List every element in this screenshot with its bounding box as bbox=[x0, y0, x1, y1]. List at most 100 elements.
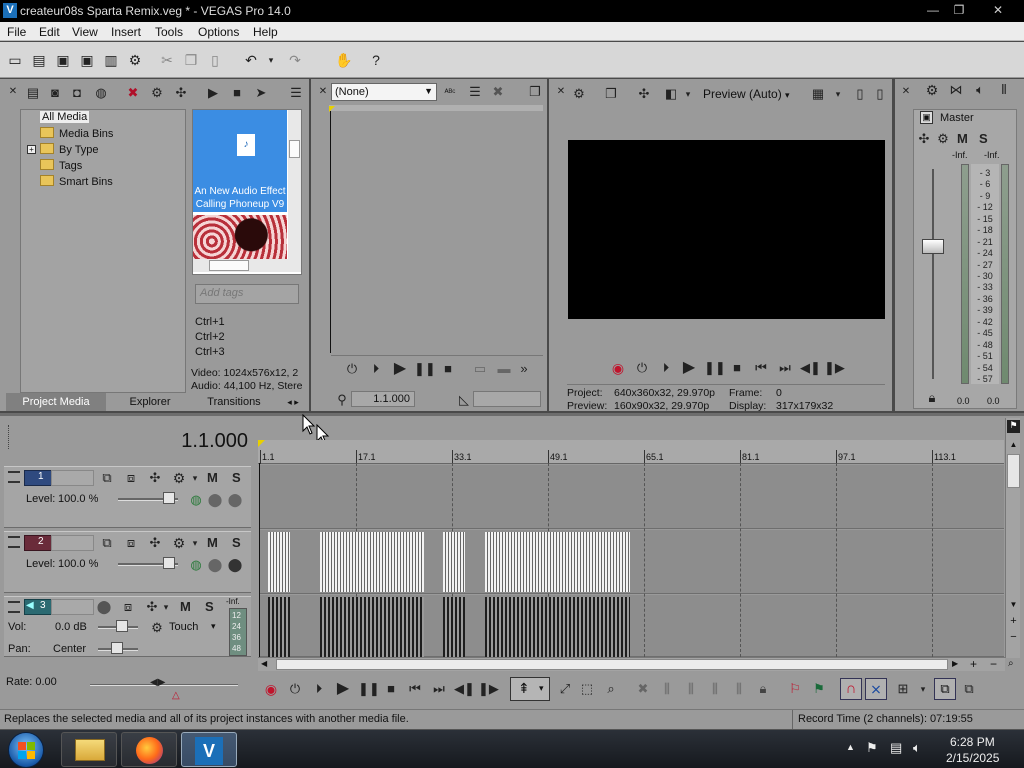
web-icon[interactable]: ◍ bbox=[92, 84, 110, 102]
trimmer-selection-length[interactable] bbox=[473, 391, 541, 407]
overlays-grid-icon[interactable]: ▦ bbox=[809, 85, 827, 103]
minimize-button[interactable]: — bbox=[920, 1, 946, 19]
save-snapshot-icon[interactable]: ▯ bbox=[871, 85, 889, 103]
split-screen-icon[interactable]: ✣ bbox=[635, 85, 653, 103]
zoom-out-time-icon[interactable]: − bbox=[990, 657, 997, 671]
zoom-out-vertical-icon[interactable]: − bbox=[1007, 632, 1020, 644]
scroll-right-icon[interactable]: ▶ bbox=[952, 659, 958, 668]
track-1-mute-button[interactable]: M bbox=[207, 470, 218, 485]
go-to-start-icon[interactable]: ⏮ bbox=[406, 680, 424, 698]
audio-event[interactable] bbox=[268, 597, 290, 657]
track-fx-icon[interactable]: ⧈ bbox=[122, 534, 140, 552]
tree-media-bins[interactable]: Media Bins bbox=[40, 127, 113, 140]
split-icon[interactable]: ⫼ bbox=[730, 680, 748, 698]
scroll-up-icon[interactable]: ▲ bbox=[1007, 440, 1020, 452]
close-button[interactable]: ✕ bbox=[983, 1, 1013, 19]
mixer-properties-icon[interactable]: ⚙ bbox=[923, 81, 941, 99]
menu-help[interactable]: Help bbox=[253, 25, 278, 39]
menu-file[interactable]: File bbox=[7, 25, 26, 39]
marker-flag-icon[interactable]: ⚑ bbox=[1007, 420, 1020, 433]
previous-frame-icon[interactable]: ◀❚ bbox=[800, 359, 821, 377]
track-1-name-field[interactable] bbox=[51, 470, 94, 486]
menu-view[interactable]: View bbox=[72, 25, 98, 39]
save-icon[interactable]: ▣ bbox=[54, 51, 72, 69]
ignore-grouping-icon[interactable]: ⧉ bbox=[960, 680, 978, 698]
timeline-grip[interactable] bbox=[8, 425, 11, 449]
track-1-solo-button[interactable]: S bbox=[232, 470, 241, 485]
previous-frame-icon[interactable]: ◀❚ bbox=[454, 680, 475, 698]
thumb-scrollbar[interactable] bbox=[288, 110, 301, 259]
trimmer-time[interactable]: 1.1.000 bbox=[351, 391, 415, 407]
thumb-hscrollbar[interactable] bbox=[193, 259, 301, 272]
delete-icon[interactable]: ✖ bbox=[634, 680, 652, 698]
add-tags-input[interactable]: Add tags bbox=[195, 284, 299, 304]
start-button[interactable] bbox=[8, 732, 44, 768]
track-fx-icon[interactable]: ⧈ bbox=[122, 469, 140, 487]
video-event[interactable] bbox=[268, 532, 290, 592]
panel-close-icon[interactable]: ✕ bbox=[552, 83, 570, 101]
track-3-name-field[interactable] bbox=[51, 599, 94, 615]
remove-media-icon[interactable]: ✖ bbox=[124, 84, 142, 102]
preview-properties-icon[interactable]: ⚙ bbox=[570, 85, 588, 103]
track-collapse-icon[interactable] bbox=[8, 601, 20, 613]
menu-edit[interactable]: Edit bbox=[39, 25, 60, 39]
spellcheck-icon[interactable]: ᴬᴮᶜ bbox=[441, 83, 459, 101]
action-center-icon[interactable]: ⚑ bbox=[866, 740, 878, 756]
menu-options[interactable]: Options bbox=[198, 25, 239, 39]
preview-fx-icon[interactable]: ◧ bbox=[662, 85, 680, 103]
track-3-mute-button[interactable]: M bbox=[180, 599, 191, 614]
child-icon[interactable]: ⬤ bbox=[226, 491, 244, 509]
tab-transitions[interactable]: Transitions bbox=[196, 393, 272, 411]
taskbar-firefox[interactable] bbox=[121, 732, 177, 767]
master-gear-icon[interactable]: ⚙ bbox=[934, 130, 952, 148]
record-icon[interactable]: ◉ bbox=[262, 680, 280, 698]
audio-event[interactable] bbox=[485, 597, 630, 657]
hscroll-thumb[interactable] bbox=[209, 260, 249, 271]
menu-tools[interactable]: Tools bbox=[155, 25, 183, 39]
track-collapse-icon[interactable] bbox=[8, 536, 20, 548]
lock-icon[interactable]: 🔒︎ bbox=[754, 680, 772, 698]
panel-close-icon[interactable]: ✕ bbox=[4, 83, 22, 101]
go-to-end-icon[interactable]: ⏭ bbox=[776, 359, 794, 377]
next-frame-icon[interactable]: ❚▶ bbox=[478, 680, 499, 698]
tray-expand-icon[interactable]: ▲ bbox=[846, 742, 855, 752]
timeline-hscrollbar[interactable]: ◀ ▶ + − ⌕ bbox=[258, 657, 1014, 671]
next-frame-icon[interactable]: ❚▶ bbox=[824, 359, 845, 377]
track-motion-icon[interactable]: ⧉ bbox=[98, 534, 116, 552]
master-insert-icon[interactable]: ▣ bbox=[920, 111, 933, 124]
vscroll-thumb[interactable] bbox=[1007, 454, 1020, 488]
new-project-icon[interactable]: ▭ bbox=[6, 51, 24, 69]
trim-icon[interactable]: ⫼ bbox=[658, 680, 676, 698]
trimmer-tools-icon[interactable]: ☰ bbox=[466, 83, 484, 101]
video-event[interactable] bbox=[443, 532, 465, 592]
track-motion-icon[interactable]: ⧉ bbox=[98, 469, 116, 487]
panel-close-icon[interactable]: ✕ bbox=[314, 83, 332, 101]
stop-icon[interactable]: ■ bbox=[728, 359, 746, 377]
paste-icon[interactable]: ▯ bbox=[206, 51, 224, 69]
get-media-icon[interactable]: ◘ bbox=[68, 84, 86, 102]
stop-preview-icon[interactable]: ■ bbox=[228, 84, 246, 102]
network-icon[interactable]: ▤ bbox=[890, 740, 902, 756]
snapping-magnet-icon[interactable]: ∩ bbox=[840, 678, 862, 700]
stop-icon[interactable]: ■ bbox=[439, 360, 457, 378]
scroll-thumb[interactable] bbox=[289, 140, 300, 158]
taskbar-explorer[interactable] bbox=[61, 732, 117, 767]
zoom-edit-tool-icon[interactable]: ⌕ bbox=[602, 680, 620, 698]
audio-event[interactable] bbox=[320, 597, 424, 657]
pause-icon[interactable]: ❚❚ bbox=[358, 680, 380, 698]
track-collapse-icon[interactable] bbox=[8, 471, 20, 483]
track-3-pan-knob[interactable] bbox=[111, 642, 123, 654]
arm-record-icon[interactable]: ⬤ bbox=[95, 598, 113, 616]
video-media-thumb[interactable] bbox=[193, 215, 287, 259]
more-icon[interactable]: » bbox=[515, 360, 533, 378]
chevron-down-icon[interactable]: ▾ bbox=[679, 85, 697, 103]
external-monitor-icon[interactable]: ❐ bbox=[602, 85, 620, 103]
restore-button[interactable]: ❐ bbox=[946, 1, 972, 19]
audio-media-thumb[interactable]: ♪ An New Audio Effect Calling Phoneup V9 bbox=[193, 110, 287, 212]
zoom-tool-icon[interactable]: ⌕ bbox=[1008, 658, 1014, 669]
import-media-icon[interactable]: ▤ bbox=[24, 84, 42, 102]
track-2-solo-button[interactable]: S bbox=[232, 535, 241, 550]
capture-icon[interactable]: ◙ bbox=[46, 84, 64, 102]
redo-icon[interactable]: ↷ bbox=[286, 51, 304, 69]
loop-playback-icon[interactable]: ⏻ bbox=[286, 680, 304, 698]
